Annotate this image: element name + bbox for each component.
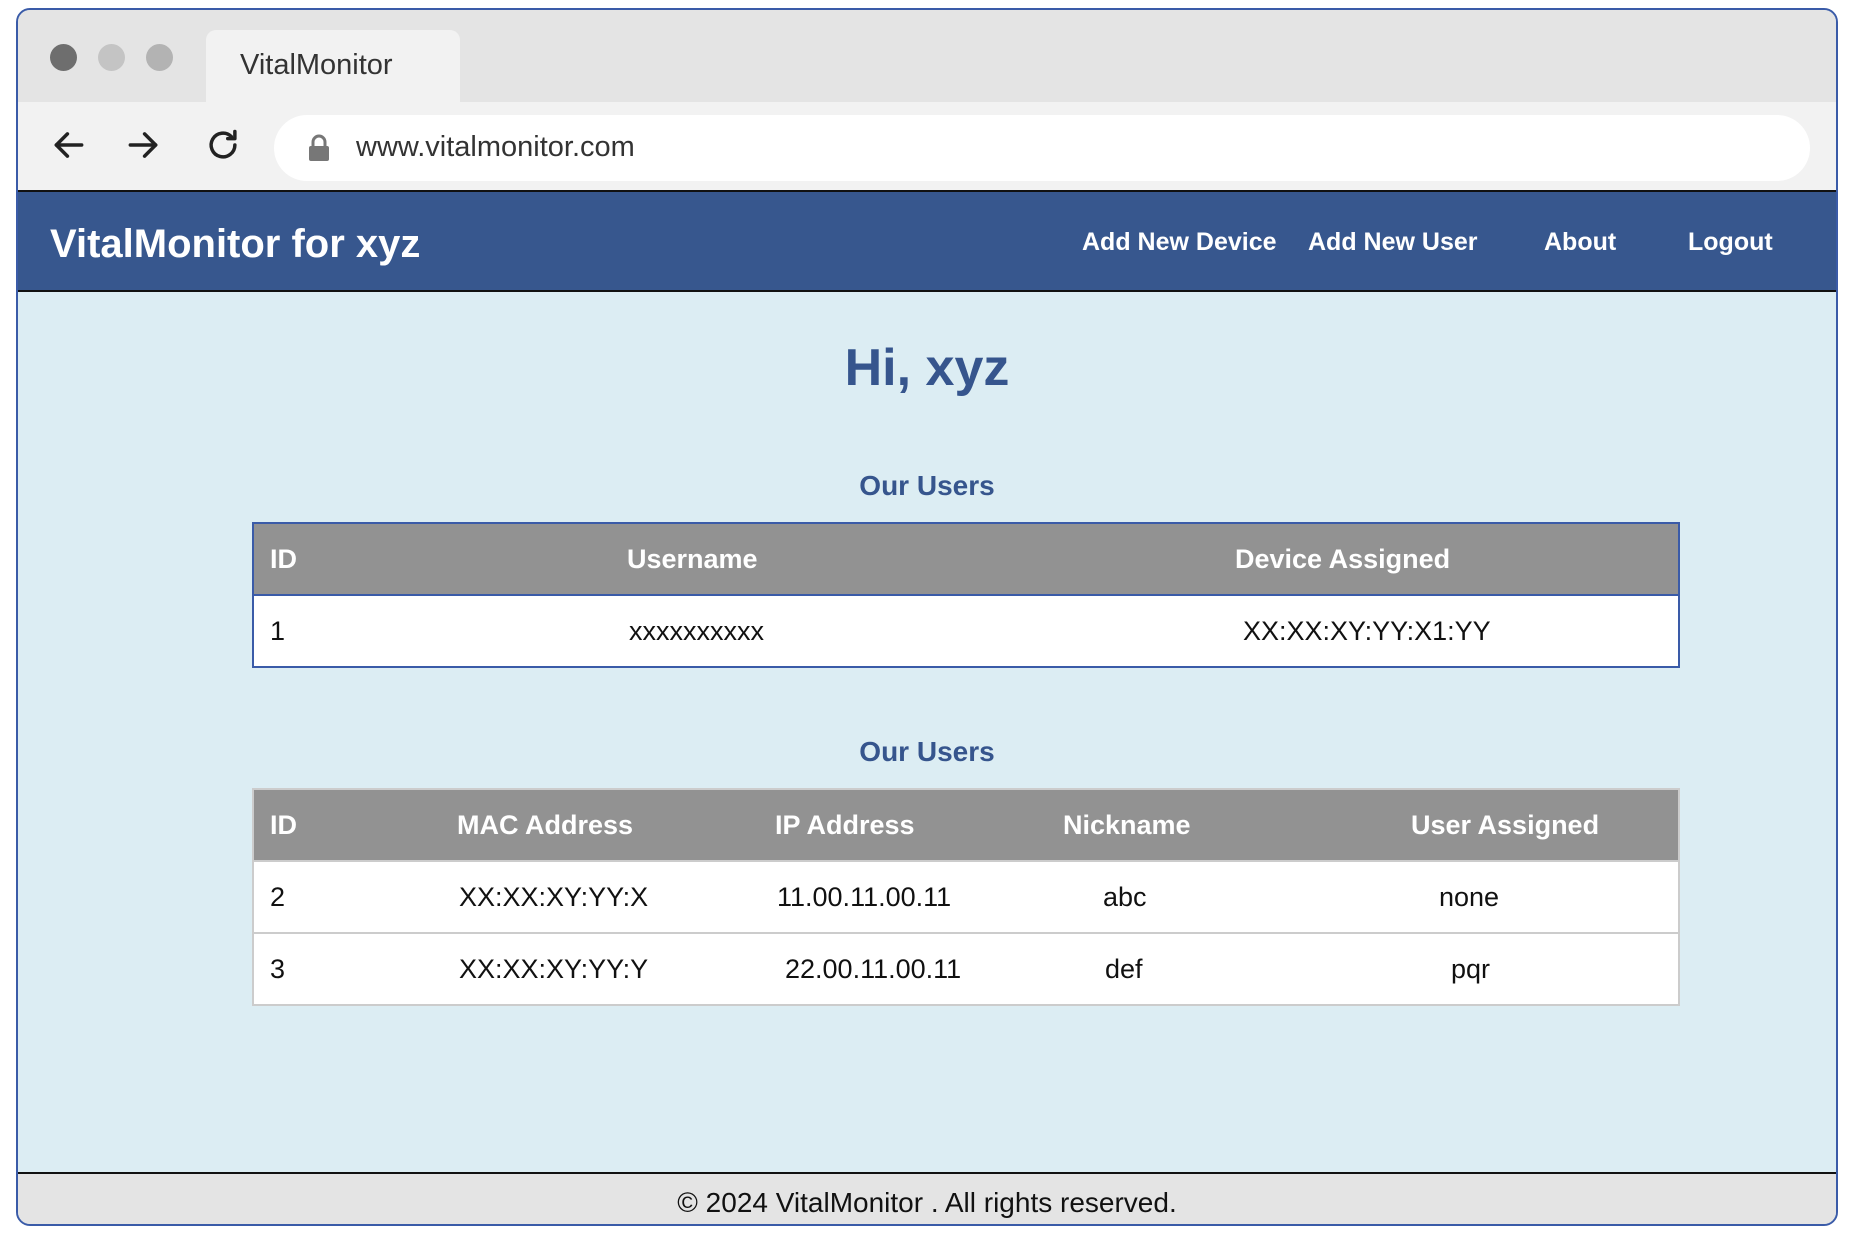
nav-add-new-device[interactable]: Add New Device [1082, 228, 1277, 257]
browser-tab[interactable]: VitalMonitor [206, 30, 460, 104]
cell-mac-address: XX:XX:XY:YY:X [441, 860, 741, 933]
browser-window: VitalMonitor www.vitalmonitor.com VitalM… [16, 8, 1838, 1226]
devices-section-title: Our Users [859, 736, 995, 767]
lock-icon [309, 134, 329, 161]
nav-logout[interactable]: Logout [1688, 228, 1773, 257]
cell-ip-address: 22.00.11.00.11 [741, 932, 1021, 1005]
table-header-row: ID MAC Address IP Address Nickname User … [253, 789, 1679, 861]
devices-table: ID MAC Address IP Address Nickname User … [252, 788, 1680, 1006]
app-header: VitalMonitor for xyz Add New Device Add … [18, 190, 1836, 292]
url-text: www.vitalmonitor.com [356, 131, 635, 163]
arrow-left-icon [54, 132, 84, 158]
users-table: ID Username Device Assigned 1 xxxxxxxxxx… [252, 522, 1680, 668]
address-bar[interactable]: www.vitalmonitor.com [274, 115, 1810, 181]
browser-toolbar: www.vitalmonitor.com [18, 102, 1836, 190]
table-header-row: ID Username Device Assigned [253, 523, 1679, 596]
tab-title: VitalMonitor [240, 49, 393, 81]
column-header-nickname: Nickname [1021, 789, 1311, 861]
page-footer: © 2024 VitalMonitor . All rights reserve… [18, 1172, 1836, 1224]
cell-ip-address: 11.00.11.00.11 [741, 860, 1021, 933]
maximize-window-dot[interactable] [146, 44, 173, 71]
copyright-text: © 2024 VitalMonitor . All rights reserve… [677, 1187, 1177, 1218]
cell-id: 3 [253, 932, 441, 1005]
arrow-right-icon [128, 132, 158, 158]
cell-username: xxxxxxxxxx [563, 595, 1099, 668]
cell-id: 1 [253, 595, 563, 668]
column-header-mac-address: MAC Address [441, 789, 741, 861]
cell-nickname: abc [1021, 860, 1311, 933]
cell-mac-address: XX:XX:XY:YY:Y [441, 932, 741, 1005]
main-content: Hi, xyz Our Users ID Username Device Ass… [18, 292, 1836, 1172]
cell-user-assigned: none [1311, 860, 1679, 933]
cell-nickname: def [1021, 932, 1311, 1005]
cell-id: 2 [253, 860, 441, 933]
cell-device-assigned: XX:XX:XY:YY:X1:YY [1099, 595, 1679, 668]
column-header-id: ID [253, 789, 441, 861]
brand-title: VitalMonitor for xyz [50, 222, 421, 266]
column-header-id: ID [253, 523, 563, 596]
table-row[interactable]: 1 xxxxxxxxxx XX:XX:XY:YY:X1:YY [253, 595, 1679, 668]
nav-add-new-user[interactable]: Add New User [1308, 228, 1477, 257]
users-section-title: Our Users [859, 470, 995, 501]
reload-icon [209, 129, 237, 159]
greeting-heading: Hi, xyz [844, 339, 1010, 397]
column-header-user-assigned: User Assigned [1311, 789, 1679, 861]
column-header-ip-address: IP Address [741, 789, 1021, 861]
minimize-window-dot[interactable] [98, 44, 125, 71]
close-window-dot[interactable] [50, 44, 77, 71]
reload-button[interactable] [200, 122, 246, 168]
table-row[interactable]: 3 XX:XX:XY:YY:Y 22.00.11.00.11 def pqr [253, 932, 1679, 1005]
table-row[interactable]: 2 XX:XX:XY:YY:X 11.00.11.00.11 abc none [253, 860, 1679, 933]
nav-about[interactable]: About [1544, 228, 1616, 257]
column-header-device-assigned: Device Assigned [1099, 523, 1679, 596]
back-button[interactable] [46, 122, 92, 168]
column-header-username: Username [563, 523, 1099, 596]
tab-strip: VitalMonitor [18, 10, 1836, 104]
forward-button[interactable] [120, 122, 166, 168]
cell-user-assigned: pqr [1311, 932, 1679, 1005]
